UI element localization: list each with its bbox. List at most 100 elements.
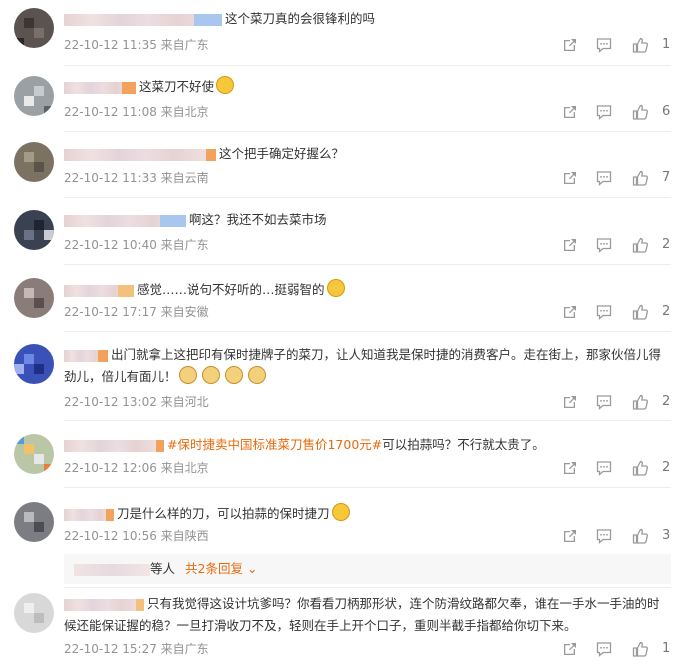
comment-actions: 2 bbox=[561, 393, 671, 411]
like-count: 1 bbox=[662, 37, 671, 52]
comment-icon[interactable] bbox=[595, 393, 613, 411]
thumbs-up-icon[interactable] bbox=[631, 303, 649, 321]
avatar[interactable] bbox=[14, 344, 54, 384]
avatar[interactable] bbox=[14, 8, 54, 48]
comment-actions: 2 bbox=[561, 459, 671, 477]
share-icon[interactable] bbox=[561, 393, 579, 411]
comment-meta: 22-10-12 12:06 来自北京 2 bbox=[64, 459, 671, 477]
comment-icon[interactable] bbox=[595, 303, 613, 321]
share-icon[interactable] bbox=[561, 36, 579, 54]
comment-meta: 22-10-12 13:02 来自河北 2 bbox=[64, 393, 671, 411]
hashtag-link[interactable]: #保时捷卖中国标准菜刀售价1700元# bbox=[167, 437, 382, 452]
comment-icon[interactable] bbox=[595, 169, 613, 187]
avatar[interactable] bbox=[14, 434, 54, 474]
share-icon[interactable] bbox=[561, 459, 579, 477]
thumbs-up-icon[interactable] bbox=[631, 640, 649, 658]
chevron-down-icon: ⌄ bbox=[246, 561, 258, 576]
comment-icon[interactable] bbox=[595, 236, 613, 254]
thumbs-up-icon[interactable] bbox=[631, 393, 649, 411]
comment-actions: 7 bbox=[561, 169, 671, 187]
like-count: 2 bbox=[662, 304, 671, 319]
username[interactable] bbox=[64, 148, 216, 161]
comment-timestamp: 22-10-12 10:56 来自陕西 bbox=[64, 529, 209, 543]
username[interactable] bbox=[64, 508, 114, 521]
comment-meta: 22-10-12 11:08 来自北京 6 bbox=[64, 103, 671, 121]
thumbs-up-icon[interactable] bbox=[631, 36, 649, 54]
like-count: 7 bbox=[662, 170, 671, 185]
avatar[interactable] bbox=[14, 502, 54, 542]
laugh-emoji bbox=[216, 76, 235, 94]
like-count: 2 bbox=[662, 460, 671, 475]
username[interactable] bbox=[64, 598, 144, 611]
avatar[interactable] bbox=[14, 76, 54, 116]
666-emoji bbox=[331, 503, 350, 521]
username[interactable] bbox=[64, 284, 134, 297]
username[interactable] bbox=[64, 81, 136, 94]
cat-emoji bbox=[201, 366, 220, 384]
comment-actions: 2 bbox=[561, 303, 671, 321]
comment-timestamp: 22-10-12 11:35 来自广东 bbox=[64, 38, 209, 52]
thumbs-up-icon[interactable] bbox=[631, 169, 649, 187]
reply-username[interactable] bbox=[74, 563, 150, 576]
comment-actions: 2 bbox=[561, 236, 671, 254]
comment-text: 感觉……说句不好听的…挺弱智的 bbox=[137, 282, 325, 297]
comment-timestamp: 22-10-12 10:40 来自广东 bbox=[64, 238, 209, 252]
comment-actions: 1 bbox=[561, 640, 671, 658]
share-icon[interactable] bbox=[561, 303, 579, 321]
comment-timestamp: 22-10-12 11:33 来自云南 bbox=[64, 171, 209, 185]
cat-emoji bbox=[224, 366, 243, 384]
comment-item: 这个菜刀真的会很锋利的吗 bbox=[0, 0, 691, 66]
comment-timestamp: 22-10-12 12:06 来自北京 bbox=[64, 461, 209, 475]
comment-item: 啊这？我还不如去菜市场 bbox=[0, 198, 691, 265]
thumbs-up-icon[interactable] bbox=[631, 459, 649, 477]
comment-timestamp: 22-10-12 17:17 来自安徽 bbox=[64, 305, 209, 319]
comment-text: 这个把手确定好握么？ bbox=[219, 146, 345, 161]
comment-icon[interactable] bbox=[595, 527, 613, 545]
comment-icon[interactable] bbox=[595, 103, 613, 121]
cry-laugh-emoji bbox=[326, 279, 345, 297]
comment-icon[interactable] bbox=[595, 459, 613, 477]
comment-actions: 1 bbox=[561, 36, 671, 54]
share-icon[interactable] bbox=[561, 169, 579, 187]
comment-meta: 22-10-12 11:33 来自云南 7 bbox=[64, 169, 671, 187]
comment-meta: 22-10-12 17:17 来自安徽 2 bbox=[64, 303, 671, 321]
comment-actions: 6 bbox=[561, 103, 671, 121]
avatar[interactable] bbox=[14, 593, 54, 633]
avatar[interactable] bbox=[14, 278, 54, 318]
share-icon[interactable] bbox=[561, 103, 579, 121]
avatar[interactable] bbox=[14, 142, 54, 182]
comment-item: #保时捷卖中国标准菜刀售价1700元#可以拍蒜吗？不行就太贵了。 bbox=[0, 421, 691, 488]
thumbs-up-icon[interactable] bbox=[631, 236, 649, 254]
username[interactable] bbox=[64, 349, 108, 362]
username[interactable] bbox=[64, 13, 222, 26]
share-icon[interactable] bbox=[561, 640, 579, 658]
thumbs-up-icon[interactable] bbox=[631, 103, 649, 121]
username[interactable] bbox=[64, 214, 186, 227]
comment-text: 刀是什么样的刀，可以拍蒜的保时捷刀 bbox=[117, 506, 330, 521]
username[interactable] bbox=[64, 439, 164, 452]
like-count: 2 bbox=[662, 394, 671, 409]
like-count: 1 bbox=[662, 641, 671, 656]
replies-summary: 等人 共2条回复 ⌄ bbox=[64, 554, 671, 584]
like-count: 6 bbox=[662, 104, 671, 119]
like-count: 2 bbox=[662, 237, 671, 252]
comment-text: 出门就拿上这把印有保时捷牌子的菜刀，让人知道我是保时捷的消费客户。走在街上，那家… bbox=[64, 347, 662, 384]
comment-text: 啊这？我还不如去菜市场 bbox=[189, 212, 327, 227]
share-icon[interactable] bbox=[561, 236, 579, 254]
comment-icon[interactable] bbox=[595, 640, 613, 658]
comment-item: 感觉……说句不好听的…挺弱智的 bbox=[0, 265, 691, 332]
comment-meta: 22-10-12 15:27 来自广东 1 bbox=[64, 640, 671, 658]
comment-timestamp: 22-10-12 13:02 来自河北 bbox=[64, 395, 209, 409]
comment-text: 可以拍蒜吗？不行就太贵了。 bbox=[382, 437, 545, 452]
avatar[interactable] bbox=[14, 210, 54, 250]
comment-timestamp: 22-10-12 15:27 来自广东 bbox=[64, 642, 209, 656]
view-replies-link[interactable]: 共2条回复 ⌄ bbox=[185, 561, 257, 576]
comment-meta: 22-10-12 10:40 来自广东 2 bbox=[64, 236, 671, 254]
comment-text: 这个菜刀真的会很锋利的吗 bbox=[225, 11, 376, 26]
share-icon[interactable] bbox=[561, 527, 579, 545]
comment-icon[interactable] bbox=[595, 36, 613, 54]
cat-emoji bbox=[247, 366, 266, 384]
comment-actions: 3 bbox=[561, 527, 671, 545]
comment-timestamp: 22-10-12 11:08 来自北京 bbox=[64, 105, 209, 119]
thumbs-up-icon[interactable] bbox=[631, 527, 649, 545]
